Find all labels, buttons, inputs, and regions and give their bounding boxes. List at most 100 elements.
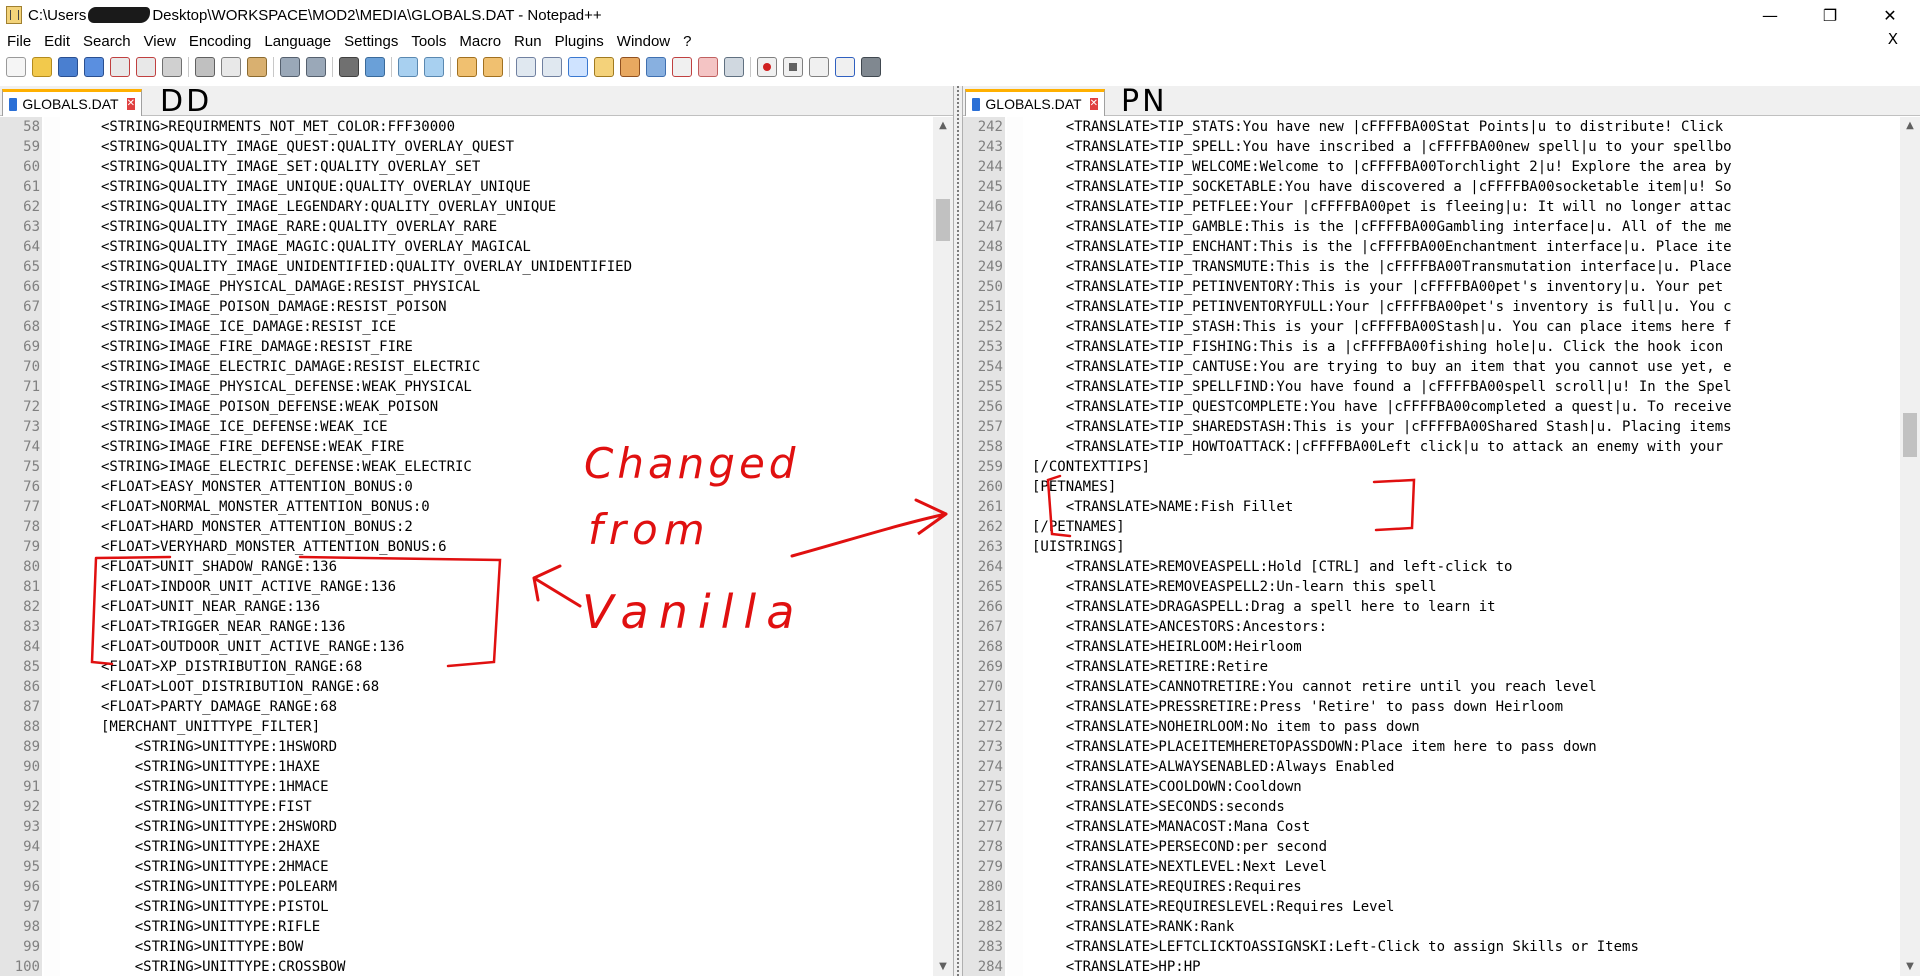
tab-globals-dat-right[interactable]: GLOBALS.DAT ✕: [965, 89, 1105, 116]
document-map-icon[interactable]: [620, 57, 640, 77]
code-line[interactable]: <STRING>QUALITY_IMAGE_SET:QUALITY_OVERLA…: [101, 157, 632, 177]
code-line[interactable]: <FLOAT>NORMAL_MONSTER_ATTENTION_BONUS:0: [101, 497, 632, 517]
open-file-icon[interactable]: [32, 57, 52, 77]
code-line[interactable]: <TRANSLATE>REQUIRES:Requires: [1032, 877, 1732, 897]
code-line[interactable]: <FLOAT>EASY_MONSTER_ATTENTION_BONUS:0: [101, 477, 632, 497]
code-line[interactable]: <TRANSLATE>TIP_STATS:You have new |cFFFF…: [1032, 117, 1732, 137]
code-line[interactable]: <TRANSLATE>TIP_PETINVENTORYFULL:Your |cF…: [1032, 297, 1732, 317]
code-text[interactable]: <TRANSLATE>TIP_STATS:You have new |cFFFF…: [1032, 117, 1732, 976]
find-icon[interactable]: [339, 57, 359, 77]
code-line[interactable]: <TRANSLATE>TIP_FISHING:This is a |cFFFFB…: [1032, 337, 1732, 357]
code-line[interactable]: <TRANSLATE>MANACOST:Mana Cost: [1032, 817, 1732, 837]
code-line[interactable]: [PETNAMES]: [1032, 477, 1732, 497]
code-line[interactable]: <TRANSLATE>TIP_WELCOME:Welcome to |cFFFF…: [1032, 157, 1732, 177]
menu-tools[interactable]: Tools: [404, 33, 452, 50]
menu-settings[interactable]: Settings: [337, 33, 404, 50]
replace-icon[interactable]: [365, 57, 385, 77]
code-line[interactable]: <TRANSLATE>TIP_SHAREDSTASH:This is your …: [1032, 417, 1732, 437]
menu-file[interactable]: File: [0, 33, 37, 50]
code-line[interactable]: [/CONTEXTTIPS]: [1032, 457, 1732, 477]
code-line[interactable]: <FLOAT>PARTY_DAMAGE_RANGE:68: [101, 697, 632, 717]
code-line[interactable]: <STRING>IMAGE_ELECTRIC_DAMAGE:RESIST_ELE…: [101, 357, 632, 377]
menu-language[interactable]: Language: [257, 33, 337, 50]
code-line[interactable]: <TRANSLATE>NOHEIRLOOM:No item to pass do…: [1032, 717, 1732, 737]
code-line[interactable]: <TRANSLATE>TIP_STASH:This is your |cFFFF…: [1032, 317, 1732, 337]
vertical-scrollbar[interactable]: ▲ ▼: [933, 117, 953, 976]
user-defined-language-icon[interactable]: [594, 57, 614, 77]
tab-globals-dat-left[interactable]: GLOBALS.DAT ✕: [2, 89, 142, 116]
code-line[interactable]: <FLOAT>OUTDOOR_UNIT_ACTIVE_RANGE:136: [101, 637, 632, 657]
print-icon[interactable]: [162, 57, 182, 77]
code-line[interactable]: <STRING>QUALITY_IMAGE_RARE:QUALITY_OVERL…: [101, 217, 632, 237]
sync-horizontal-icon[interactable]: [483, 57, 503, 77]
folder-as-workspace-icon[interactable]: [672, 57, 692, 77]
close-file-icon[interactable]: [110, 57, 130, 77]
menu-encoding[interactable]: Encoding: [182, 33, 258, 50]
code-line[interactable]: <FLOAT>INDOOR_UNIT_ACTIVE_RANGE:136: [101, 577, 632, 597]
code-line[interactable]: <TRANSLATE>NAME:Fish Fillet: [1032, 497, 1732, 517]
code-line[interactable]: <TRANSLATE>RANK:Rank: [1032, 917, 1732, 937]
show-all-characters-icon[interactable]: [542, 57, 562, 77]
save-all-icon[interactable]: [84, 57, 104, 77]
code-line[interactable]: <TRANSLATE>TIP_GAMBLE:This is the |cFFFF…: [1032, 217, 1732, 237]
code-line[interactable]: <TRANSLATE>TIP_QUESTCOMPLETE:You have |c…: [1032, 397, 1732, 417]
code-line[interactable]: <STRING>UNITTYPE:PISTOL: [101, 897, 632, 917]
menu-macro[interactable]: Macro: [452, 33, 507, 50]
code-line[interactable]: <STRING>IMAGE_POISON_DEFENSE:WEAK_POISON: [101, 397, 632, 417]
minimize-button[interactable]: —: [1740, 0, 1800, 30]
code-text[interactable]: <STRING>REQUIRMENTS_NOT_MET_COLOR:FFF300…: [101, 117, 632, 976]
code-line[interactable]: [/PETNAMES]: [1032, 517, 1732, 537]
code-line[interactable]: <TRANSLATE>HEIRLOOM:Heirloom: [1032, 637, 1732, 657]
code-line[interactable]: <STRING>REQUIRMENTS_NOT_MET_COLOR:FFF300…: [101, 117, 632, 137]
record-macro-icon[interactable]: [757, 57, 777, 77]
code-line[interactable]: <TRANSLATE>REMOVEASPELL:Hold [CTRL] and …: [1032, 557, 1732, 577]
code-line[interactable]: <STRING>IMAGE_ELECTRIC_DEFENSE:WEAK_ELEC…: [101, 457, 632, 477]
code-line[interactable]: <STRING>IMAGE_FIRE_DEFENSE:WEAK_FIRE: [101, 437, 632, 457]
code-line[interactable]: <TRANSLATE>RETIRE:Retire: [1032, 657, 1732, 677]
maximize-button[interactable]: ❐: [1800, 0, 1860, 30]
function-list-icon[interactable]: [646, 57, 666, 77]
save-icon[interactable]: [58, 57, 78, 77]
code-line[interactable]: <TRANSLATE>PRESSRETIRE:Press 'Retire' to…: [1032, 697, 1732, 717]
code-line[interactable]: <FLOAT>XP_DISTRIBUTION_RANGE:68: [101, 657, 632, 677]
code-line[interactable]: <TRANSLATE>DRAGASPELL:Drag a spell here …: [1032, 597, 1732, 617]
code-line[interactable]: <FLOAT>UNIT_NEAR_RANGE:136: [101, 597, 632, 617]
monitoring-icon[interactable]: [698, 57, 718, 77]
code-line[interactable]: <STRING>IMAGE_PHYSICAL_DEFENSE:WEAK_PHYS…: [101, 377, 632, 397]
code-line[interactable]: <TRANSLATE>TIP_SOCKETABLE:You have disco…: [1032, 177, 1732, 197]
scrollbar-thumb[interactable]: [936, 199, 950, 241]
menu-plugins[interactable]: Plugins: [548, 33, 610, 50]
code-line[interactable]: <TRANSLATE>TIP_CANTUSE:You are trying to…: [1032, 357, 1732, 377]
code-line[interactable]: <STRING>UNITTYPE:1HAXE: [101, 757, 632, 777]
paste-icon[interactable]: [247, 57, 267, 77]
code-line[interactable]: <STRING>QUALITY_IMAGE_UNIQUE:QUALITY_OVE…: [101, 177, 632, 197]
indent-guide-icon[interactable]: [568, 57, 588, 77]
menu-help[interactable]: ?: [676, 33, 697, 50]
code-line[interactable]: <TRANSLATE>REMOVEASPELL2:Un-learn this s…: [1032, 577, 1732, 597]
code-line[interactable]: <TRANSLATE>ALWAYSENABLED:Always Enabled: [1032, 757, 1732, 777]
new-file-icon[interactable]: [6, 57, 26, 77]
code-line[interactable]: <STRING>UNITTYPE:RIFLE: [101, 917, 632, 937]
code-line[interactable]: <TRANSLATE>TIP_SPELL:You have inscribed …: [1032, 137, 1732, 157]
scrollbar-thumb[interactable]: [1903, 413, 1917, 457]
code-line[interactable]: <STRING>IMAGE_FIRE_DAMAGE:RESIST_FIRE: [101, 337, 632, 357]
code-line[interactable]: <TRANSLATE>REQUIRESLEVEL:Requires Level: [1032, 897, 1732, 917]
code-line[interactable]: <STRING>UNITTYPE:CROSSBOW: [101, 957, 632, 976]
menu-view[interactable]: View: [137, 33, 182, 50]
code-line[interactable]: <FLOAT>TRIGGER_NEAR_RANGE:136: [101, 617, 632, 637]
save-macro-icon[interactable]: [861, 57, 881, 77]
zoom-in-icon[interactable]: [398, 57, 418, 77]
close-document-button[interactable]: X: [1888, 30, 1898, 48]
menu-run[interactable]: Run: [507, 33, 548, 50]
code-line[interactable]: <TRANSLATE>PLACEITEMHERETOPASSDOWN:Place…: [1032, 737, 1732, 757]
undo-icon[interactable]: [280, 57, 300, 77]
menu-window[interactable]: Window: [610, 33, 676, 50]
copy-icon[interactable]: [221, 57, 241, 77]
sync-vertical-icon[interactable]: [457, 57, 477, 77]
code-line[interactable]: <STRING>UNITTYPE:POLEARM: [101, 877, 632, 897]
code-line[interactable]: <STRING>IMAGE_ICE_DAMAGE:RESIST_ICE: [101, 317, 632, 337]
code-line[interactable]: <STRING>UNITTYPE:2HMACE: [101, 857, 632, 877]
redo-icon[interactable]: [306, 57, 326, 77]
run-macro-multiple-icon[interactable]: [835, 57, 855, 77]
vertical-scrollbar[interactable]: ▲ ▼: [1900, 117, 1920, 976]
